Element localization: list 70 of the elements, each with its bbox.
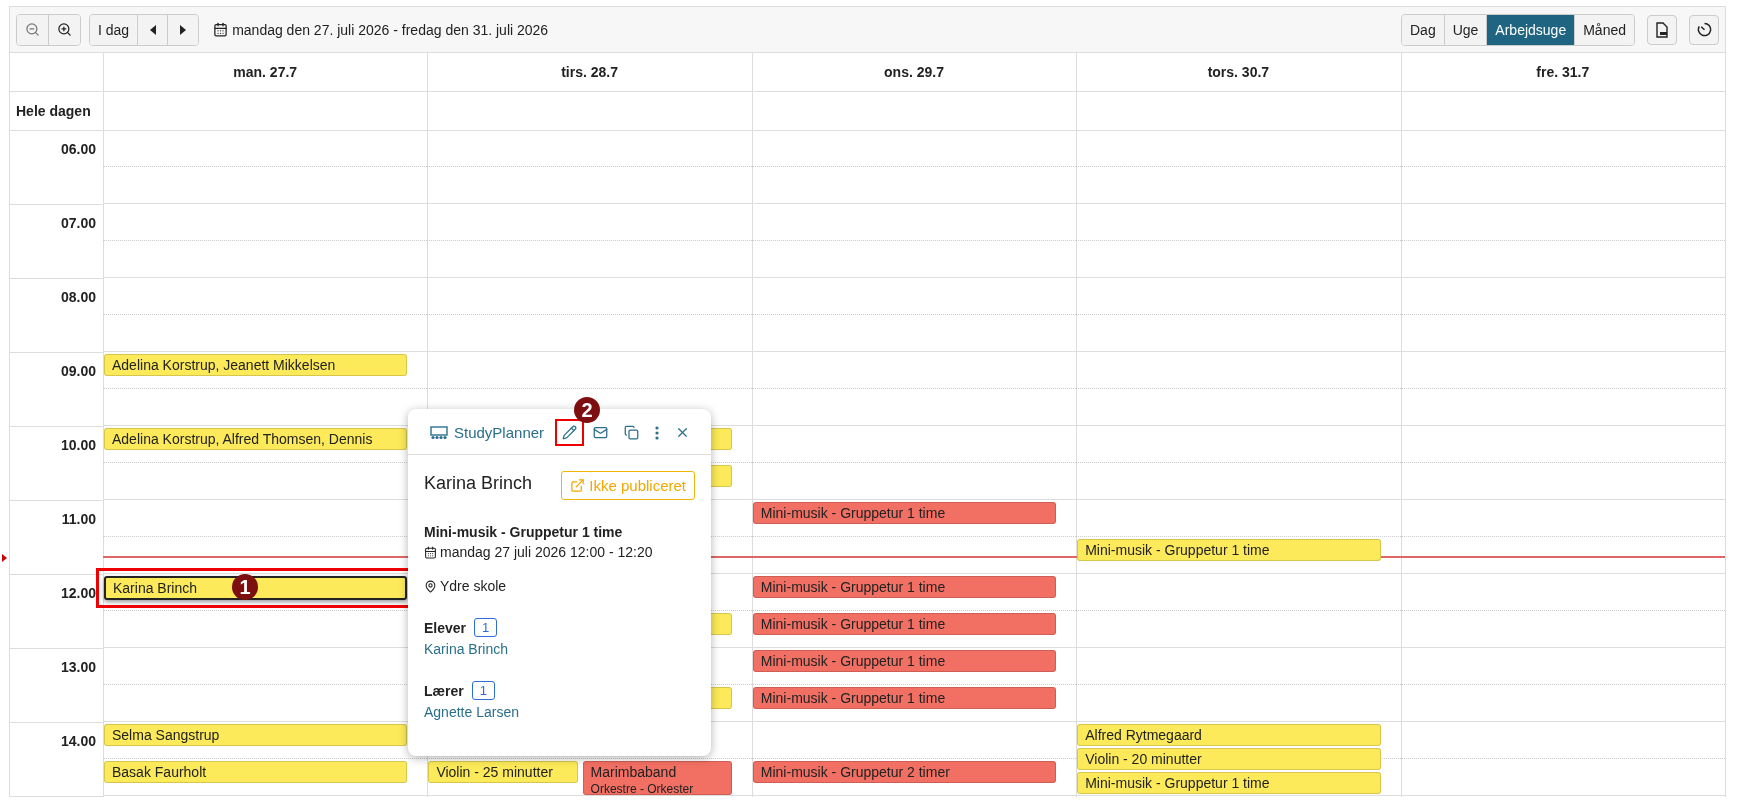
calendar-event[interactable]: Adelina Korstrup, Alfred Thomsen, Dennis [104, 428, 408, 450]
calendar-event[interactable]: Mini-musik - Gruppetur 1 time [752, 650, 1057, 672]
all-day-label: Hele dagen [16, 103, 91, 119]
history-button[interactable] [1689, 14, 1719, 45]
calendar-event[interactable]: Mini-musik - Gruppetur 1 time [1077, 772, 1381, 794]
view-tab[interactable]: Måned [1575, 14, 1634, 45]
student-name: Karina Brinch [424, 473, 533, 494]
external-link-icon [570, 478, 586, 493]
calendar-event[interactable]: Alfred Rytmegaard [1077, 724, 1381, 746]
hour-label: 10.00 [60, 437, 96, 453]
view-tab[interactable]: Uge [1444, 14, 1488, 45]
calendar-event[interactable]: Violin - 20 minutter [1077, 748, 1381, 770]
count-badge: 1 [471, 681, 495, 700]
step-marker: 2 [574, 397, 601, 423]
pdf-file-icon [1655, 21, 1669, 38]
mail-icon [593, 425, 609, 440]
group-label: Elever [424, 619, 467, 636]
copy-icon [624, 425, 640, 440]
day-header: ons. 29.7 [884, 64, 944, 80]
person-link[interactable]: Karina Brinch [424, 641, 695, 657]
today-button[interactable]: I dag [90, 14, 139, 45]
calendar-event[interactable]: Mini-musik - Gruppetur 1 time [752, 687, 1057, 709]
calendar-icon [213, 22, 229, 37]
calendar-event[interactable]: Marimbaband Orkestre - Orkester [582, 761, 732, 795]
presentation-icon [430, 425, 448, 440]
hour-label: 09.00 [60, 363, 96, 379]
next-button[interactable] [168, 14, 199, 45]
calendar-event[interactable]: Selma Sangstrup [104, 724, 408, 746]
left-triangle-icon [148, 24, 157, 35]
previous-button[interactable] [138, 14, 169, 45]
calendar-event[interactable]: Mini-musik - Gruppetur 1 time [752, 613, 1057, 635]
day-header: fre. 31.7 [1536, 64, 1590, 80]
right-triangle-icon [179, 24, 188, 35]
view-tab[interactable]: Dag [1402, 14, 1445, 45]
day-header: tirs. 28.7 [561, 64, 618, 80]
hour-label: 07.00 [60, 215, 96, 231]
pencil-icon [562, 425, 578, 440]
view-tab[interactable]: Arbejdsuge [1487, 14, 1576, 45]
calendar-event[interactable]: Adelina Korstrup, Jeanett Mikkelsen [104, 354, 408, 376]
day-header: tors. 30.7 [1207, 64, 1270, 80]
calendar-icon [424, 545, 437, 559]
now-marker-icon [2, 554, 7, 562]
map-pin-icon [424, 579, 437, 593]
zoom-in-button[interactable] [49, 14, 80, 45]
count-badge: 1 [474, 618, 498, 637]
date-range: mandag den 27. juli 2026 - fredag den 31. juli 2026 [232, 21, 549, 38]
person-link[interactable]: Agnette Larsen [424, 704, 695, 720]
lesson-title: Mini-musik - Gruppetur 1 time [424, 524, 624, 540]
zoom-out-icon [25, 22, 40, 37]
zoom-in-icon [57, 22, 72, 37]
day-header: man. 27.7 [233, 64, 298, 80]
pdf-button[interactable] [1647, 14, 1677, 45]
hour-label: 13.00 [60, 659, 96, 675]
lesson-place: Ydre skole [440, 578, 507, 594]
calendar-event[interactable]: Violin - 25 minutter [428, 761, 578, 783]
group-label: Lærer [424, 682, 464, 699]
clock-icon [1696, 22, 1712, 37]
hour-label: 11.00 [61, 511, 96, 527]
calendar-event[interactable]: Mini-musik - Gruppetur 1 time [752, 502, 1057, 524]
hour-label: 06.00 [60, 141, 96, 157]
calendar-event[interactable]: Mini-musik - Gruppetur 1 time [752, 576, 1057, 598]
source-link[interactable]: StudyPlanner [430, 424, 545, 441]
hour-label: 14.00 [60, 733, 96, 749]
calendar-event[interactable]: Mini-musik - Gruppetur 1 time [1077, 539, 1381, 561]
hour-label: 08.00 [60, 289, 96, 305]
more-icon [655, 425, 660, 440]
calendar-event[interactable]: Basak Faurholt [104, 761, 408, 783]
calendar-event[interactable]: Mini-musik - Gruppetur 2 timer [752, 761, 1057, 783]
hour-label: 12.00 [60, 585, 96, 601]
lesson-time: mandag 27 juli 2026 12:00 - 12:20 [440, 544, 653, 560]
